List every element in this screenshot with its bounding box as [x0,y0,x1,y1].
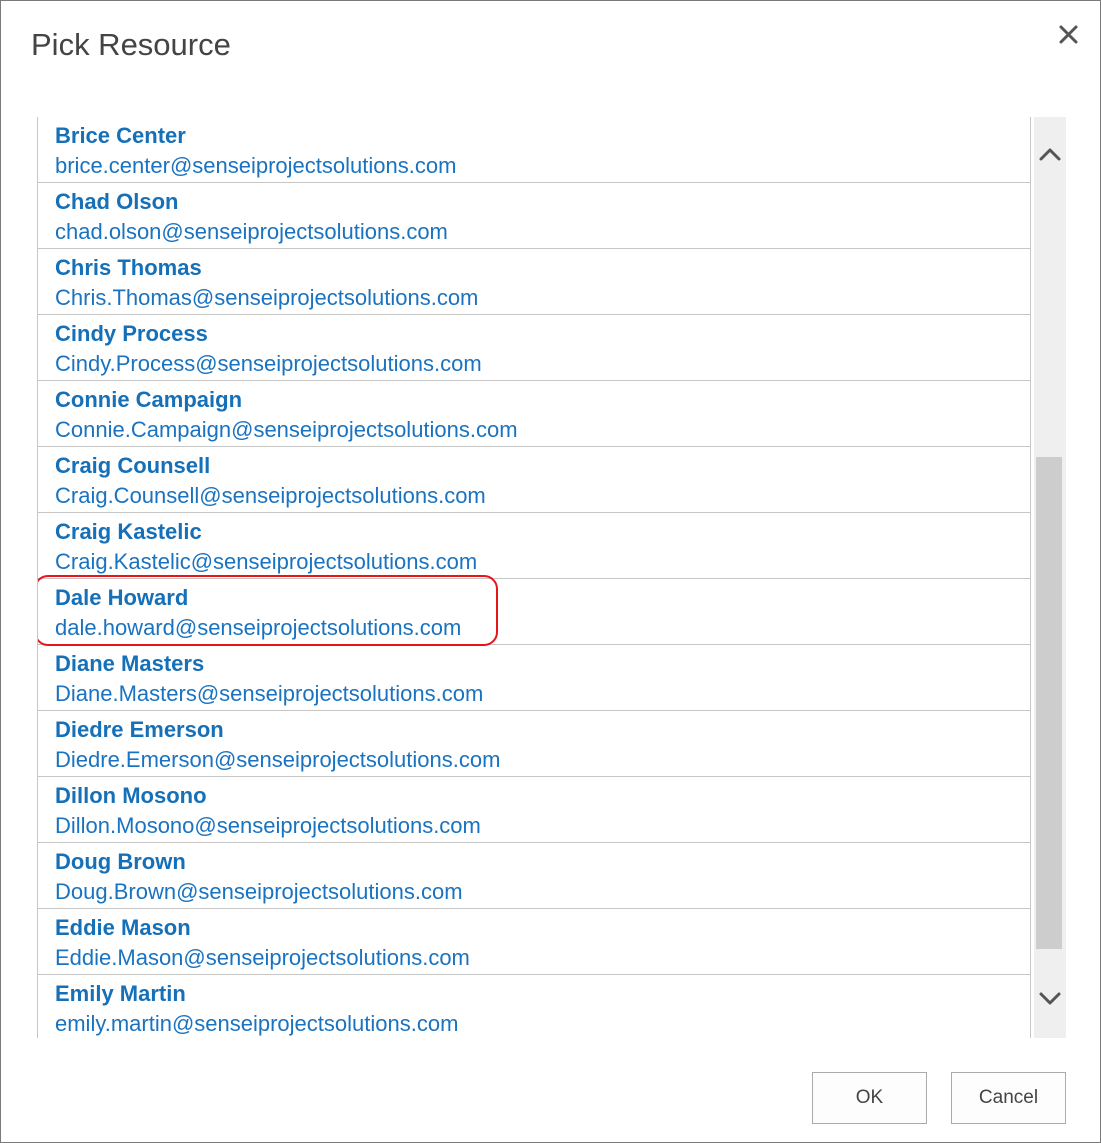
dialog-title: Pick Resource [31,27,231,62]
resource-name[interactable]: Diane Masters [55,651,204,677]
scroll-down-button[interactable] [1034,981,1066,1017]
resource-email[interactable]: Chris.Thomas@senseiprojectsolutions.com [55,285,478,311]
resource-list[interactable]: Brice Center brice.center@senseiprojectso… [37,117,1031,1038]
resource-list-container: Brice Center brice.center@senseiprojectso… [37,117,1067,1038]
resource-row[interactable]: Connie Campaign Connie.Campaign@senseipro… [38,381,1030,447]
resource-email[interactable]: Diedre.Emerson@senseiprojectsolutions.co… [55,747,500,773]
resource-row[interactable]: Chad Olson chad.olson@senseiprojectsoluti… [38,183,1030,249]
resource-name[interactable]: Dale Howard [55,585,188,611]
resource-row[interactable]: Craig Kastelic Craig.Kastelic@senseiproje… [38,513,1030,579]
resource-name[interactable]: Chris Thomas [55,255,202,281]
close-button[interactable] [1053,19,1083,49]
resource-row[interactable]: Craig Counsell Craig.Counsell@senseiproje… [38,447,1030,513]
pick-resource-dialog: Pick Resource Brice Center brice.center@s… [0,0,1101,1143]
resource-row[interactable]: Dillon Mosono Dillon.Mosono@senseiproject… [38,777,1030,843]
resource-list-items: Brice Center brice.center@senseiprojectso… [38,117,1030,1038]
resource-name[interactable]: Cindy Process [55,321,208,347]
vertical-scrollbar[interactable] [1034,117,1066,1038]
resource-email[interactable]: Craig.Counsell@senseiprojectsolutions.co… [55,483,486,509]
resource-name[interactable]: Chad Olson [55,189,178,215]
resource-row[interactable]: Eddie Mason Eddie.Mason@senseiprojectsolu… [38,909,1030,975]
scroll-up-button[interactable] [1034,135,1066,171]
resource-name[interactable]: Craig Counsell [55,453,210,479]
resource-row[interactable]: Diane Masters Diane.Masters@senseiproject… [38,645,1030,711]
resource-row[interactable]: Doug Brown Doug.Brown@senseiprojectsoluti… [38,843,1030,909]
cancel-button[interactable]: Cancel [951,1072,1066,1124]
resource-email[interactable]: brice.center@senseiprojectsolutions.com [55,153,456,179]
resource-row[interactable]: Brice Center brice.center@senseiprojectso… [38,117,1030,183]
resource-email[interactable]: Cindy.Process@senseiprojectsolutions.com [55,351,482,377]
resource-row[interactable]: Cindy Process Cindy.Process@senseiproject… [38,315,1030,381]
resource-name[interactable]: Doug Brown [55,849,186,875]
resource-name[interactable]: Connie Campaign [55,387,242,413]
resource-name[interactable]: Craig Kastelic [55,519,202,545]
resource-name[interactable]: Brice Center [55,123,186,149]
resource-row[interactable]: Diedre Emerson Diedre.Emerson@senseiproje… [38,711,1030,777]
resource-email[interactable]: Craig.Kastelic@senseiprojectsolutions.co… [55,549,477,575]
resource-email[interactable]: Connie.Campaign@senseiprojectsolutions.c… [55,417,518,443]
resource-email[interactable]: Doug.Brown@senseiprojectsolutions.com [55,879,463,905]
ok-button[interactable]: OK [812,1072,927,1124]
resource-row[interactable]: Chris Thomas Chris.Thomas@senseiprojectso… [38,249,1030,315]
resource-email[interactable]: Diane.Masters@senseiprojectsolutions.com [55,681,483,707]
chevron-down-icon [1039,992,1061,1005]
resource-name[interactable]: Diedre Emerson [55,717,224,743]
resource-email[interactable]: emily.martin@senseiprojectsolutions.com [55,1011,458,1037]
resource-name[interactable]: Dillon Mosono [55,783,207,809]
resource-row[interactable]: Dale Howard dale.howard@senseiprojectsolu… [38,579,1030,645]
chevron-up-icon [1039,148,1061,161]
resource-email[interactable]: chad.olson@senseiprojectsolutions.com [55,219,448,245]
resource-name[interactable]: Emily Martin [55,981,186,1007]
resource-row[interactable]: Emily Martin emily.martin@senseiprojectso… [38,975,1030,1038]
resource-name[interactable]: Eddie Mason [55,915,191,941]
resource-email[interactable]: Eddie.Mason@senseiprojectsolutions.com [55,945,470,971]
scrollbar-thumb[interactable] [1036,457,1062,949]
resource-email[interactable]: dale.howard@senseiprojectsolutions.com [55,615,461,641]
resource-email[interactable]: Dillon.Mosono@senseiprojectsolutions.com [55,813,481,839]
close-icon [1059,25,1078,44]
